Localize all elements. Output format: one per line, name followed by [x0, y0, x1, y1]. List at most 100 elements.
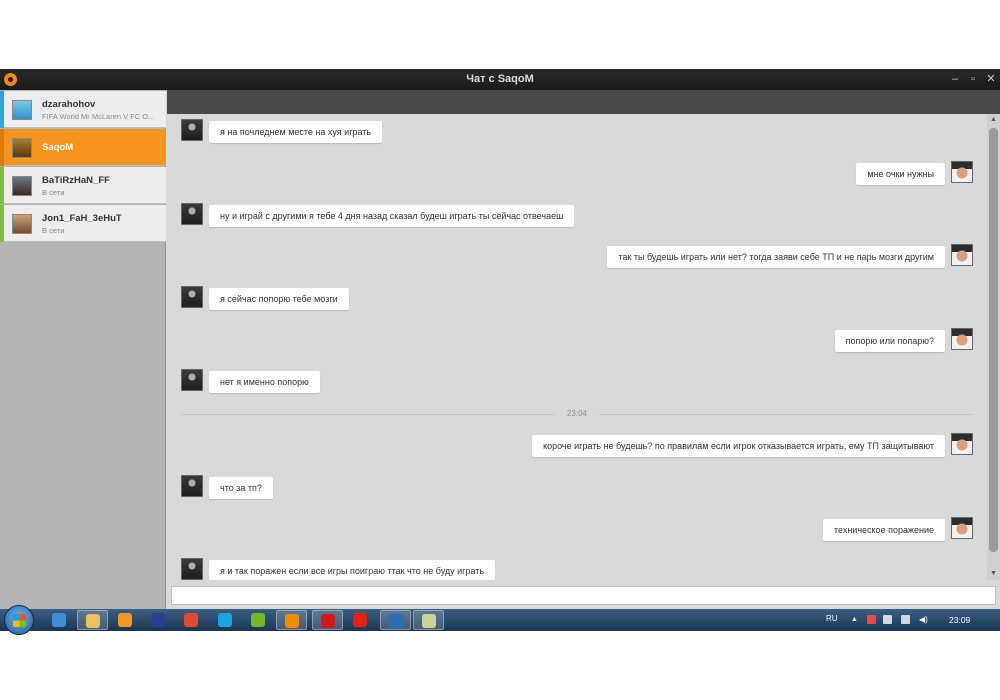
taskbar-button[interactable] — [176, 610, 207, 630]
message-bubble: я на почледнем месте на хуя играть — [209, 121, 383, 143]
contact-item[interactable]: BaTiRzHaN_FF В сети — [0, 167, 166, 204]
avatar — [181, 286, 203, 308]
chrome-icon — [184, 613, 198, 627]
taskbar-button[interactable] — [276, 610, 307, 630]
tray-expand-icon[interactable]: ▲ — [851, 615, 860, 624]
scroll-up-arrow-icon[interactable]: ▲ — [987, 114, 1000, 126]
close-button[interactable]: ✕ — [982, 71, 1000, 87]
system-tray: RU ▲ ◀) 23:09 — [815, 609, 1000, 631]
title-bar: Чат с SaqoM – ▫ ✕ — [0, 69, 1000, 90]
contact-status-bar — [0, 167, 4, 204]
message-incoming: нет я именно попорю — [167, 369, 987, 395]
message-outgoing: мне очки нужны — [167, 161, 987, 187]
origin-icon — [285, 614, 299, 628]
contact-status-bar — [0, 91, 4, 128]
avatar — [951, 244, 973, 266]
message-bubble: попорю или попарю? — [834, 330, 945, 352]
opera-icon — [321, 614, 335, 628]
contact-name: dzarahohov — [42, 99, 96, 110]
taskbar-button[interactable] — [243, 610, 274, 630]
start-button[interactable] — [4, 605, 34, 635]
avatar — [12, 138, 32, 158]
monitor-icon[interactable] — [883, 615, 892, 624]
contact-list: dzarahohov FIFA World Mr McLaren V FC O.… — [0, 90, 166, 609]
contact-status: FIFA World Mr McLaren V FC O... — [42, 112, 155, 121]
message-input[interactable] — [171, 586, 996, 605]
avatar — [951, 328, 973, 350]
input-area — [167, 580, 1000, 609]
network-app-icon — [389, 614, 403, 628]
taskbar-button[interactable] — [210, 610, 241, 630]
message-bubble: я сейчас попорю тебе мозги — [209, 288, 349, 310]
message-bubble: что за тп? — [209, 477, 273, 499]
message-bubble: я и так поражен если все игры поиграю тт… — [209, 560, 496, 580]
message-incoming: что за тп? — [167, 475, 987, 501]
avatar — [12, 214, 32, 234]
avatar — [12, 100, 32, 120]
windows-logo-icon — [13, 614, 26, 627]
message-outgoing: короче играть не будешь? по правилам есл… — [167, 433, 987, 459]
battery-icon[interactable] — [901, 615, 910, 624]
contact-status-bar — [0, 205, 4, 242]
contact-name: Jon1_FaH_3eHuT — [42, 213, 122, 224]
minimize-button[interactable]: – — [946, 71, 964, 87]
contact-status: В сети — [42, 226, 65, 235]
taskbar-clock[interactable]: 23:09 — [949, 615, 970, 625]
avatar — [12, 176, 32, 196]
avatar — [181, 369, 203, 391]
window-title: Чат с SaqoM — [466, 73, 534, 85]
flag-icon[interactable] — [867, 615, 876, 624]
message-bubble: так ты будешь играть или нет? тогда заяв… — [607, 246, 945, 268]
explorer-icon — [86, 614, 100, 628]
avatar — [951, 161, 973, 183]
contact-item[interactable]: dzarahohov FIFA World Mr McLaren V FC O.… — [0, 91, 166, 128]
message-bubble: техническое поражение — [823, 519, 945, 541]
language-indicator[interactable]: RU — [826, 614, 838, 623]
taskbar-button[interactable] — [143, 610, 174, 630]
scrollbar-thumb[interactable] — [989, 128, 998, 552]
message-incoming: я и так поражен если все игры поиграю тт… — [167, 558, 987, 580]
media-player-icon — [118, 613, 132, 627]
avatar — [181, 119, 203, 141]
windows-taskbar: RU ▲ ◀) 23:09 — [0, 605, 1000, 635]
pictures-icon — [422, 614, 436, 628]
taskbar-button[interactable] — [345, 610, 376, 630]
chat-header — [167, 90, 1000, 114]
contact-item-active[interactable]: SaqoM — [0, 129, 166, 166]
taskbar-button[interactable] — [44, 610, 75, 630]
taskbar-button[interactable] — [380, 610, 411, 630]
taskbar-button[interactable] — [413, 610, 444, 630]
message-incoming: я сейчас попорю тебе мозги — [167, 286, 987, 312]
contact-status-bar — [0, 129, 4, 166]
taskbar-button[interactable] — [77, 610, 108, 630]
message-list: я на почледнем месте на хуя играть мне о… — [167, 114, 987, 580]
chat-window: Чат с SaqoM – ▫ ✕ dzarahohov FIFA World … — [0, 69, 1000, 609]
message-bubble: мне очки нужны — [856, 163, 945, 185]
avatar — [181, 475, 203, 497]
message-outgoing: так ты будешь играть или нет? тогда заяв… — [167, 244, 987, 270]
message-bubble: нет я именно попорю — [209, 371, 320, 393]
contact-name: SaqoM — [42, 142, 74, 153]
taskbar-button[interactable] — [110, 610, 141, 630]
yandex-icon — [353, 613, 367, 627]
ie-icon — [52, 613, 66, 627]
avatar — [951, 517, 973, 539]
scroll-down-arrow-icon[interactable]: ▼ — [987, 568, 1000, 580]
time-separator: 23:04 — [181, 409, 973, 419]
contact-name: BaTiRzHaN_FF — [42, 175, 110, 186]
message-incoming: я на почледнем месте на хуя играть — [167, 119, 987, 145]
contact-status: В сети — [42, 188, 65, 197]
taskbar-button[interactable] — [312, 610, 343, 630]
separator-line — [599, 414, 973, 415]
contact-item[interactable]: Jon1_FaH_3eHuT В сети — [0, 205, 166, 242]
message-outgoing: техническое поражение — [167, 517, 987, 543]
utorrent-icon — [251, 613, 265, 627]
message-scrollbar[interactable]: ▲ ▼ — [987, 114, 1000, 580]
avatar — [181, 203, 203, 225]
message-incoming: ну и играй с другими я тебе 4 дня назад … — [167, 203, 987, 229]
maximize-button[interactable]: ▫ — [964, 71, 982, 87]
eye-app-icon — [151, 613, 165, 627]
volume-icon[interactable]: ◀) — [919, 615, 928, 624]
message-bubble: ну и играй с другими я тебе 4 дня назад … — [209, 205, 575, 227]
message-bubble: короче играть не будешь? по правилам есл… — [532, 435, 945, 457]
